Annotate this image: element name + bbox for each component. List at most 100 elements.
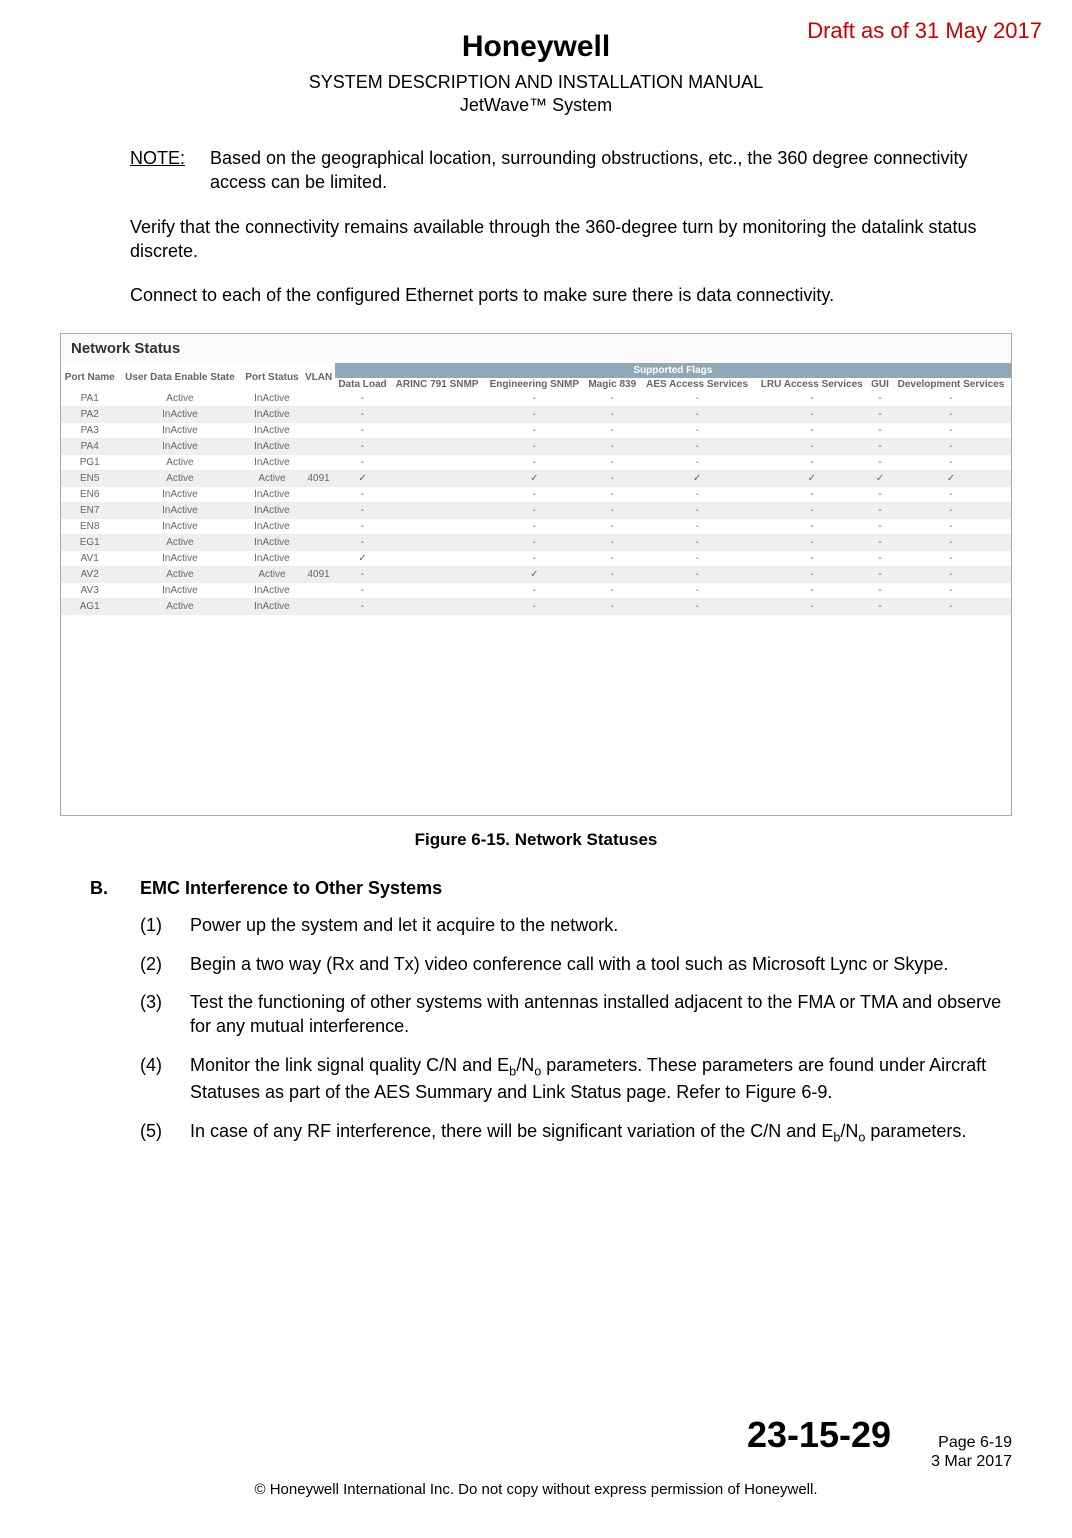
note-block: NOTE: Based on the geographical location… [130,146,1012,195]
table-cell: - [891,567,1011,583]
table-cell: ✓ [640,471,755,487]
table-cell: - [754,567,869,583]
table-cell: - [754,535,869,551]
table-cell: - [585,391,640,407]
col-data-load: Data Load [335,378,391,391]
table-cell: - [585,503,640,519]
table-cell [390,471,484,487]
table-cell [390,583,484,599]
page-date: 3 Mar 2017 [931,1453,1012,1470]
table-cell: InActive [241,487,302,503]
doc-number: 23-15-29 [747,1414,891,1456]
table-cell: EN5 [61,471,118,487]
table-cell: - [640,503,755,519]
table-cell: PG1 [61,455,118,471]
table-cell [302,439,334,455]
draft-stamp: Draft as of 31 May 2017 [807,18,1042,44]
table-cell: InActive [118,487,241,503]
table-cell: - [869,487,891,503]
table-cell [390,551,484,567]
table-cell: ✓ [869,471,891,487]
table-cell: - [335,519,391,535]
list-item-number: (5) [140,1119,190,1147]
table-cell: - [754,519,869,535]
paragraph-verify: Verify that the connectivity remains ava… [130,215,1012,264]
network-status-title: Network Status [61,334,1011,363]
table-cell [302,535,334,551]
table-cell: InActive [118,423,241,439]
table-cell: - [484,535,585,551]
table-cell [302,455,334,471]
table-cell: ✓ [335,471,391,487]
table-cell: - [585,423,640,439]
table-cell: - [585,407,640,423]
table-cell: - [891,519,1011,535]
table-cell: InActive [118,439,241,455]
table-cell: - [640,519,755,535]
table-cell: - [754,583,869,599]
list-item: (5)In case of any RF interference, there… [140,1119,1012,1147]
note-label: NOTE: [130,146,200,195]
table-cell: - [640,567,755,583]
table-cell: EN8 [61,519,118,535]
table-row: PG1ActiveInActive------- [61,455,1011,471]
table-cell [302,487,334,503]
table-cell: - [869,439,891,455]
table-row: PA3InActiveInActive------- [61,423,1011,439]
table-row: PA4InActiveInActive------- [61,439,1011,455]
table-cell: Active [118,471,241,487]
table-cell: - [754,407,869,423]
table-cell: InActive [241,551,302,567]
table-cell: Active [241,567,302,583]
table-cell: - [754,503,869,519]
list-item-text: In case of any RF interference, there wi… [190,1119,966,1147]
table-cell: ✓ [335,551,391,567]
table-cell: InActive [241,535,302,551]
table-cell: - [484,423,585,439]
col-supported-flags: Supported Flags [335,363,1011,378]
table-cell [390,487,484,503]
table-cell: - [640,487,755,503]
table-cell: - [585,471,640,487]
table-cell: - [484,487,585,503]
blank-area [61,615,1011,815]
col-gui: GUI [869,378,891,391]
table-row: EN7InActiveInActive------- [61,503,1011,519]
table-cell: InActive [118,503,241,519]
table-cell: - [754,439,869,455]
table-cell: - [585,487,640,503]
list-item-text: Power up the system and let it acquire t… [190,913,618,937]
table-cell: InActive [241,391,302,407]
table-cell: 4091 [302,471,334,487]
list-item-text: Monitor the link signal quality C/N and … [190,1053,1012,1105]
table-cell: - [891,439,1011,455]
table-cell [302,407,334,423]
table-cell: - [869,599,891,615]
table-cell: - [754,551,869,567]
table-cell: - [891,551,1011,567]
table-cell: - [484,519,585,535]
table-cell [390,519,484,535]
table-cell [302,423,334,439]
table-cell: Active [118,391,241,407]
col-eng-snmp: Engineering SNMP [484,378,585,391]
table-cell: - [585,519,640,535]
table-cell: - [891,583,1011,599]
table-cell: AV1 [61,551,118,567]
col-aes-access: AES Access Services [640,378,755,391]
table-cell [390,439,484,455]
table-cell: InActive [241,407,302,423]
document-title: SYSTEM DESCRIPTION AND INSTALLATION MANU… [60,72,1012,93]
table-row: EG1ActiveInActive------- [61,535,1011,551]
table-cell: - [335,439,391,455]
table-cell: - [640,583,755,599]
table-cell: InActive [118,407,241,423]
document-subtitle: JetWave™ System [60,95,1012,116]
table-cell: - [754,455,869,471]
table-cell: - [869,551,891,567]
table-cell: - [585,583,640,599]
table-cell: - [869,583,891,599]
col-port-name: Port Name [61,363,118,391]
table-cell [302,391,334,407]
table-cell [302,503,334,519]
